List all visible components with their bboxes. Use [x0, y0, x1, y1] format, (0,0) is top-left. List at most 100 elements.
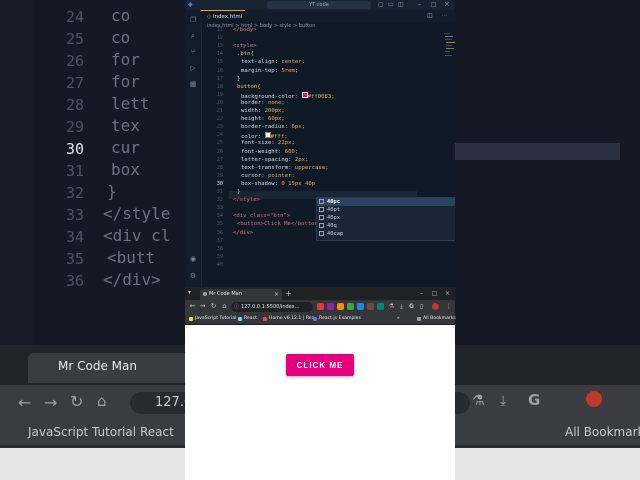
browser-tabbar: ▾ Mr Code Man × + – □ ×: [185, 287, 455, 300]
code-line: </div>: [233, 229, 254, 236]
line-number: 33: [216, 205, 223, 212]
tab-index-html[interactable]: ◇ index.html: [201, 10, 245, 22]
autocomplete-list[interactable]: 40pc 40pt 40px 40q 40cap: [316, 197, 455, 241]
bookmark-item[interactable]: React: [238, 314, 257, 324]
menu-icon[interactable]: ⋮: [444, 302, 453, 311]
code-line: border-radius: 6px;: [241, 124, 305, 131]
background-line-number: 35: [65, 250, 84, 268]
background-all-bookmarks: All Bookmarks: [565, 425, 640, 439]
extension-icon[interactable]: [377, 303, 384, 310]
background-code-line: <div cl: [103, 226, 171, 245]
browser-tab[interactable]: Mr Code Man ×: [200, 289, 282, 300]
source-control-icon[interactable]: ⑂: [189, 48, 197, 56]
click-me-button[interactable]: Click Me: [286, 354, 354, 376]
line-number: 39: [216, 253, 223, 260]
background-code-line: cur: [111, 138, 140, 157]
background-line-number: 33: [65, 206, 84, 224]
explorer-icon[interactable]: ❐: [189, 16, 197, 24]
command-center-search[interactable]: YT code: [267, 1, 371, 9]
line-number: 12: [216, 35, 223, 42]
bookmarks-bar: JavaScript Tutorial React Home v6.12.1 |…: [185, 314, 456, 325]
extensions-icon[interactable]: ▦: [189, 80, 197, 88]
code-line: }: [237, 189, 241, 195]
maximize-icon[interactable]: □: [431, 1, 437, 8]
profile-avatar[interactable]: [432, 303, 439, 310]
autocomplete-item[interactable]: 40px: [317, 214, 455, 222]
split-icon[interactable]: ◫: [398, 1, 404, 8]
line-number: 18: [216, 83, 223, 90]
browser-maximize-icon[interactable]: □: [430, 289, 439, 298]
code-line: <div class="btn">: [233, 213, 291, 220]
background-download-icon: ⤓: [500, 393, 507, 409]
back-icon[interactable]: ←: [188, 302, 197, 311]
bookmark-item[interactable]: React.js Examples: [313, 314, 361, 324]
extension-icon[interactable]: [327, 303, 334, 310]
browser-minimize-icon[interactable]: –: [417, 289, 426, 298]
panel-icon[interactable]: ▭: [388, 1, 394, 8]
line-number: 14: [216, 51, 223, 58]
browser-close-icon[interactable]: ×: [443, 289, 452, 298]
code-line: </body>: [233, 27, 257, 33]
more-actions-icon[interactable]: ⋯: [441, 12, 447, 19]
tab-close-icon[interactable]: ×: [274, 289, 279, 300]
line-number: 27: [216, 156, 223, 163]
background-line-number: 31: [65, 162, 84, 180]
bookmark-favicon-icon: [238, 317, 242, 321]
background-profile-icon: [586, 391, 602, 407]
settings-gear-icon[interactable]: ⚙: [189, 272, 197, 280]
minimap[interactable]: [444, 31, 455, 61]
breadcrumb-path[interactable]: index.html > html > body > style > butto…: [207, 23, 315, 29]
autocomplete-item[interactable]: 40pc: [317, 198, 455, 206]
all-bookmarks[interactable]: All Bookmarks: [417, 314, 456, 324]
background-line-number: 32: [65, 184, 84, 202]
extension-icon[interactable]: [317, 303, 324, 310]
forward-icon[interactable]: →: [198, 302, 207, 311]
download-icon[interactable]: ⤓: [397, 302, 406, 311]
code-line: background-color: #ff0083;: [241, 91, 335, 100]
labs-icon[interactable]: ⚗: [387, 302, 396, 311]
close-icon[interactable]: ×: [444, 0, 450, 8]
code-line: height: 60px;: [241, 116, 285, 123]
run-debug-icon[interactable]: ▷: [189, 64, 197, 72]
line-number: 34: [216, 213, 223, 220]
google-icon[interactable]: G: [407, 302, 416, 311]
side-panel-icon[interactable]: ▯: [417, 302, 426, 311]
autocomplete-item[interactable]: 40q: [317, 222, 455, 230]
line-number: 26: [216, 148, 223, 155]
layout-icon[interactable]: ▢: [378, 1, 384, 8]
search-icon[interactable]: ⌕: [189, 32, 197, 40]
bookmark-item[interactable]: JavaScript Tutorial: [189, 314, 236, 324]
bookmarks-overflow-icon[interactable]: »: [397, 314, 400, 324]
home-icon[interactable]: ⌂: [220, 302, 229, 311]
extension-icon[interactable]: [357, 303, 364, 310]
reload-icon[interactable]: ↻: [209, 302, 218, 311]
folder-icon: [417, 317, 421, 321]
background-code-line: box: [111, 160, 140, 179]
bookmark-item[interactable]: Home v6.12.1 | Rea...: [263, 314, 319, 324]
tab-search-icon[interactable]: ▾: [188, 289, 191, 296]
extension-icon[interactable]: [337, 303, 344, 310]
url-text: 127.0.0.1:5500/index...: [241, 304, 300, 310]
bookmark-favicon-icon: [263, 317, 267, 321]
autocomplete-item[interactable]: 40pt: [317, 206, 455, 214]
accounts-icon[interactable]: ◉: [189, 255, 197, 263]
minimize-icon[interactable]: –: [418, 1, 421, 8]
background-home-icon: ⌂: [97, 392, 107, 410]
code-line: .btn{: [237, 51, 254, 58]
extension-icon[interactable]: [347, 303, 354, 310]
line-number: 15: [216, 59, 223, 66]
split-editor-icon[interactable]: ◫: [427, 12, 433, 19]
autocomplete-item[interactable]: 40cap: [317, 230, 455, 238]
code-line: color: #fff;: [241, 132, 288, 141]
code-editor[interactable]: 11 12 13 14 15 16 17 18 19 20 21 22 23 24 25 26 27 28 29 30…: [201, 27, 455, 287]
background-code-line: for: [111, 50, 140, 69]
background-forward-icon: →: [44, 393, 58, 412]
line-number: 16: [216, 67, 223, 74]
search-label: YT code: [309, 2, 329, 8]
vscode-logo-icon: ◆: [188, 1, 193, 8]
extension-icon[interactable]: [367, 303, 374, 310]
url-bar[interactable]: ⓘ 127.0.0.1:5500/index...: [231, 302, 313, 312]
new-tab-icon[interactable]: +: [284, 289, 293, 298]
code-line: font-size: 22px;: [241, 140, 295, 147]
site-info-icon[interactable]: ⓘ: [234, 302, 239, 312]
